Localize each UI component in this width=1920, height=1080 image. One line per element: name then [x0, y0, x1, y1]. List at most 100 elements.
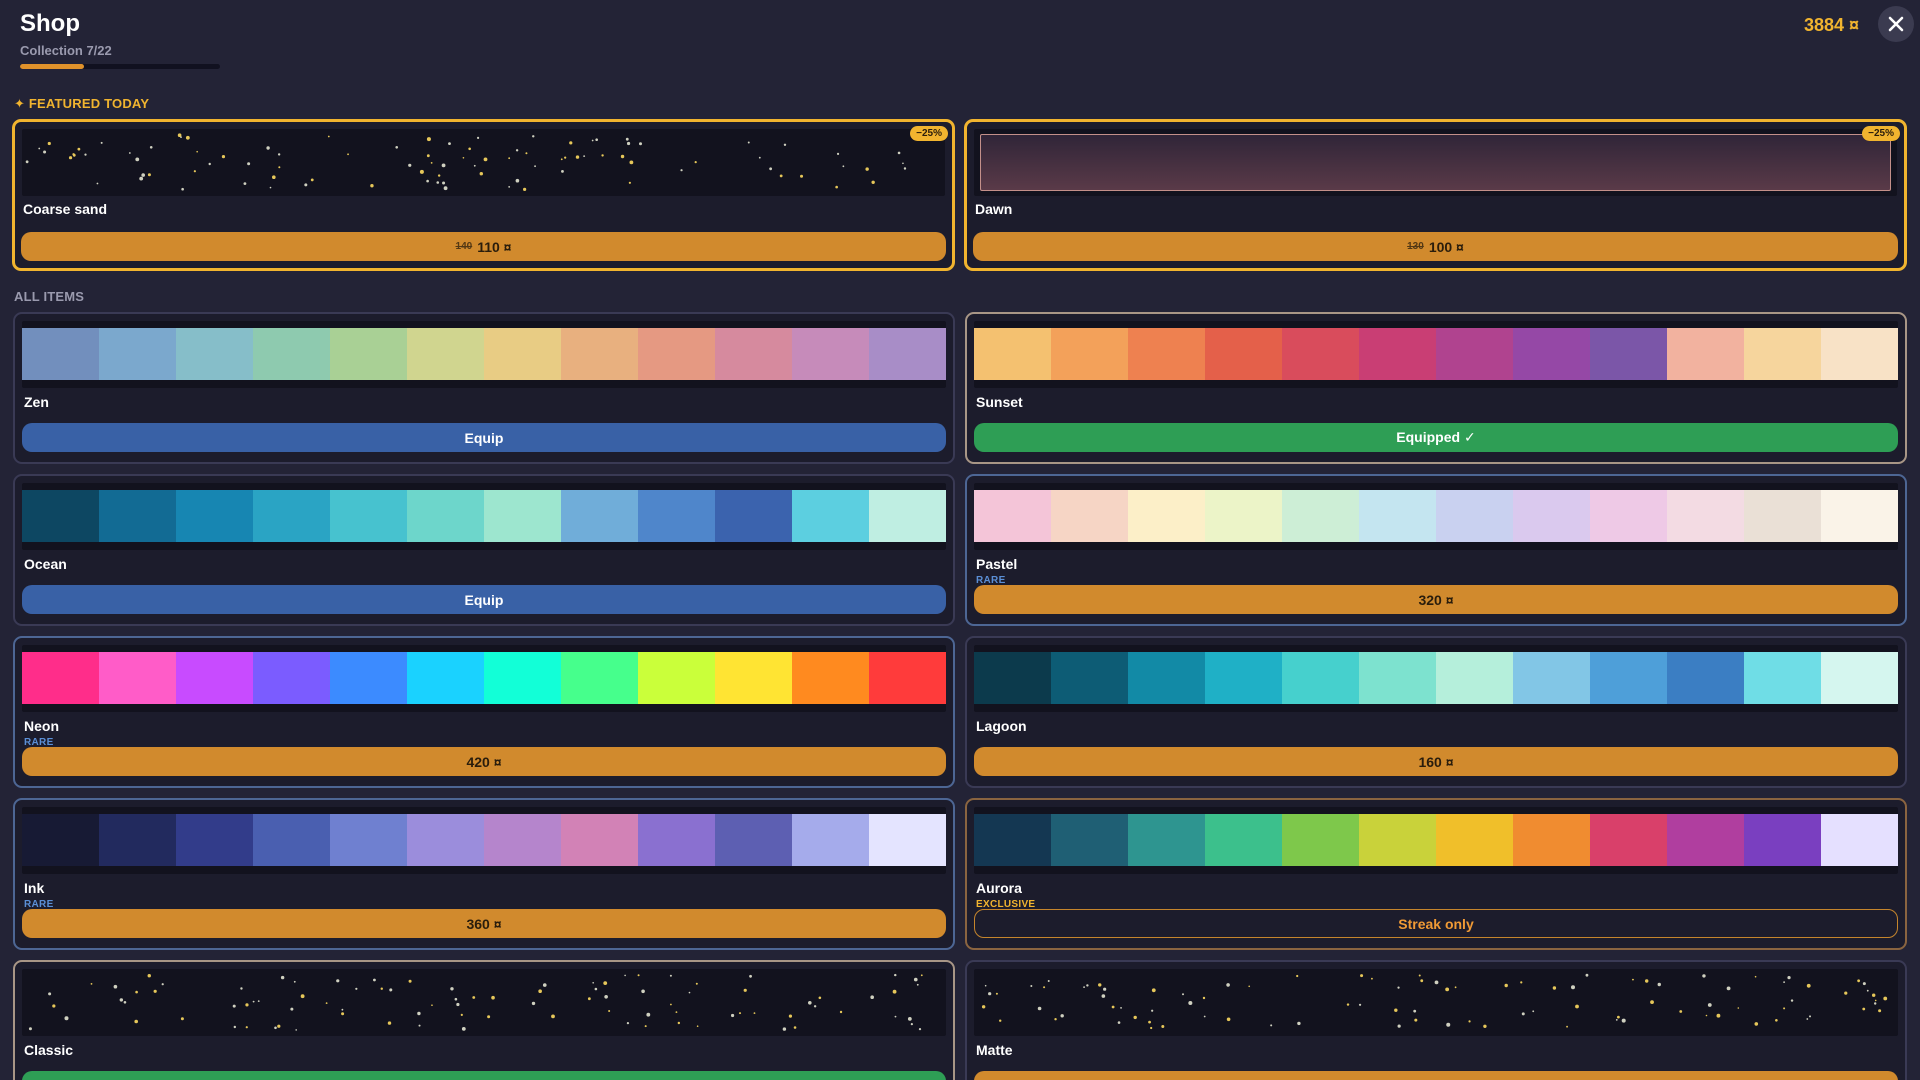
speckle-dot [730, 1013, 735, 1018]
speckle-dot [161, 983, 164, 986]
palette-swatches [22, 814, 946, 866]
speckle-dot [1047, 980, 1050, 982]
speckle-dot [325, 1002, 328, 1004]
streak-only-button[interactable]: Streak only [974, 909, 1898, 938]
speckle-dot [290, 1007, 294, 1011]
equip-button[interactable]: Equip [22, 585, 946, 614]
color-swatch [484, 652, 561, 704]
color-swatch [1513, 328, 1590, 380]
speckle-dot [431, 1004, 433, 1006]
buy-button[interactable]: 360 ¤ [22, 909, 946, 938]
featured-card-dawn[interactable]: −25% Dawn 130 100 ¤ [964, 119, 1907, 271]
color-swatch [484, 328, 561, 380]
speckle-dot [670, 1003, 672, 1006]
equip-button[interactable]: Equip [22, 423, 946, 452]
speckle-dot [479, 172, 483, 176]
speckle-dot [560, 158, 563, 161]
speckle-dot [52, 1004, 56, 1008]
item-card-ink[interactable]: Ink RARE 360 ¤ [13, 798, 955, 950]
speckle-dot [147, 173, 151, 177]
item-name: Ocean [24, 556, 67, 572]
speckle-dot [1521, 1012, 1525, 1016]
buy-button[interactable]: 320 ¤ [974, 585, 1898, 614]
speckle-dot [1148, 1020, 1151, 1024]
color-swatch [484, 490, 561, 542]
speckle-dot [430, 162, 433, 164]
speckle-dot [300, 994, 305, 999]
speckle-dot [743, 988, 747, 992]
speckle-dot [1716, 1013, 1721, 1018]
equipped-button[interactable]: Equipped ✓ [974, 423, 1898, 452]
item-card-matte[interactable]: Matte [965, 960, 1907, 1080]
speckle-preview [25, 133, 907, 191]
item-card-ocean[interactable]: Ocean Equip [13, 474, 955, 626]
speckle-dot [128, 152, 131, 154]
speckle-dot [247, 162, 251, 166]
buy-button[interactable]: 420 ¤ [22, 747, 946, 776]
speckle-dot [1418, 974, 1421, 977]
color-swatch [1051, 814, 1128, 866]
speckle-dot [894, 973, 897, 977]
speckle-dot [1454, 986, 1457, 989]
speckle-dot [408, 979, 412, 983]
color-swatch [99, 490, 176, 542]
speckle-dot [782, 1027, 787, 1031]
speckle-dot [1151, 1009, 1154, 1012]
item-card-classic[interactable]: Classic [13, 960, 955, 1080]
speckle-dot [680, 169, 683, 172]
speckle-dot [1702, 974, 1706, 978]
color-swatch [638, 490, 715, 542]
speckle-dot [1226, 983, 1230, 987]
speckle-dot [1202, 996, 1206, 1000]
speckle-dot [426, 154, 430, 158]
item-card-pastel[interactable]: Pastel RARE 320 ¤ [965, 474, 1907, 626]
close-button[interactable] [1878, 6, 1914, 42]
item-card-zen[interactable]: Zen Equip [13, 312, 955, 464]
discount-badge: −25% [1862, 126, 1900, 141]
color-swatch [1359, 652, 1436, 704]
speckle-dot [245, 1003, 249, 1007]
item-card-lagoon[interactable]: Lagoon 160 ¤ [965, 636, 1907, 788]
old-price: 140 [455, 241, 473, 252]
speckle-dot [595, 138, 598, 141]
item-card-neon[interactable]: Neon RARE 420 ¤ [13, 636, 955, 788]
item-card-sunset[interactable]: Sunset Equipped ✓ [965, 312, 1907, 464]
color-swatch [407, 814, 484, 866]
speckle-dot [538, 989, 542, 993]
item-preview [22, 969, 946, 1036]
speckle-dot [1248, 985, 1250, 988]
item-card-aurora[interactable]: Aurora EXCLUSIVE Streak only [965, 798, 1907, 950]
color-swatch [1205, 490, 1282, 542]
buy-button[interactable]: 160 ¤ [974, 747, 1898, 776]
buy-button[interactable]: 140 110 ¤ [21, 232, 946, 261]
speckle-dot [418, 1024, 421, 1027]
item-preview [22, 483, 946, 550]
featured-card-coarse-sand[interactable]: −25% Coarse sand 140 110 ¤ [12, 119, 955, 271]
speckle-dot [1857, 979, 1861, 983]
speckle-preview [981, 973, 1888, 1030]
speckle-dot [417, 1011, 421, 1016]
speckle-dot [1566, 1025, 1568, 1028]
speckle-dot [1054, 1018, 1057, 1021]
speckle-dot [646, 1012, 651, 1017]
speckle-dot [1434, 980, 1439, 985]
buy-button[interactable] [974, 1071, 1898, 1080]
speckle-dot [842, 165, 845, 168]
speckle-dot [1645, 979, 1649, 983]
speckle-dot [592, 982, 594, 984]
color-swatch [330, 490, 407, 542]
speckle-dot [468, 147, 471, 151]
speckle-dot [380, 987, 383, 990]
color-swatch [1436, 652, 1513, 704]
speckle-dot [910, 1023, 913, 1026]
speckle-dot [395, 146, 399, 149]
speckle-dot [1883, 996, 1888, 1001]
speckle-dot [123, 1001, 127, 1004]
item-name: Coarse sand [23, 201, 108, 217]
speckle-dot [389, 988, 393, 992]
color-swatch [22, 490, 99, 542]
speckle-dot [1866, 989, 1869, 992]
equipped-button[interactable] [22, 1071, 946, 1080]
buy-button[interactable]: 130 100 ¤ [973, 232, 1898, 261]
palette-swatches [974, 814, 1898, 866]
